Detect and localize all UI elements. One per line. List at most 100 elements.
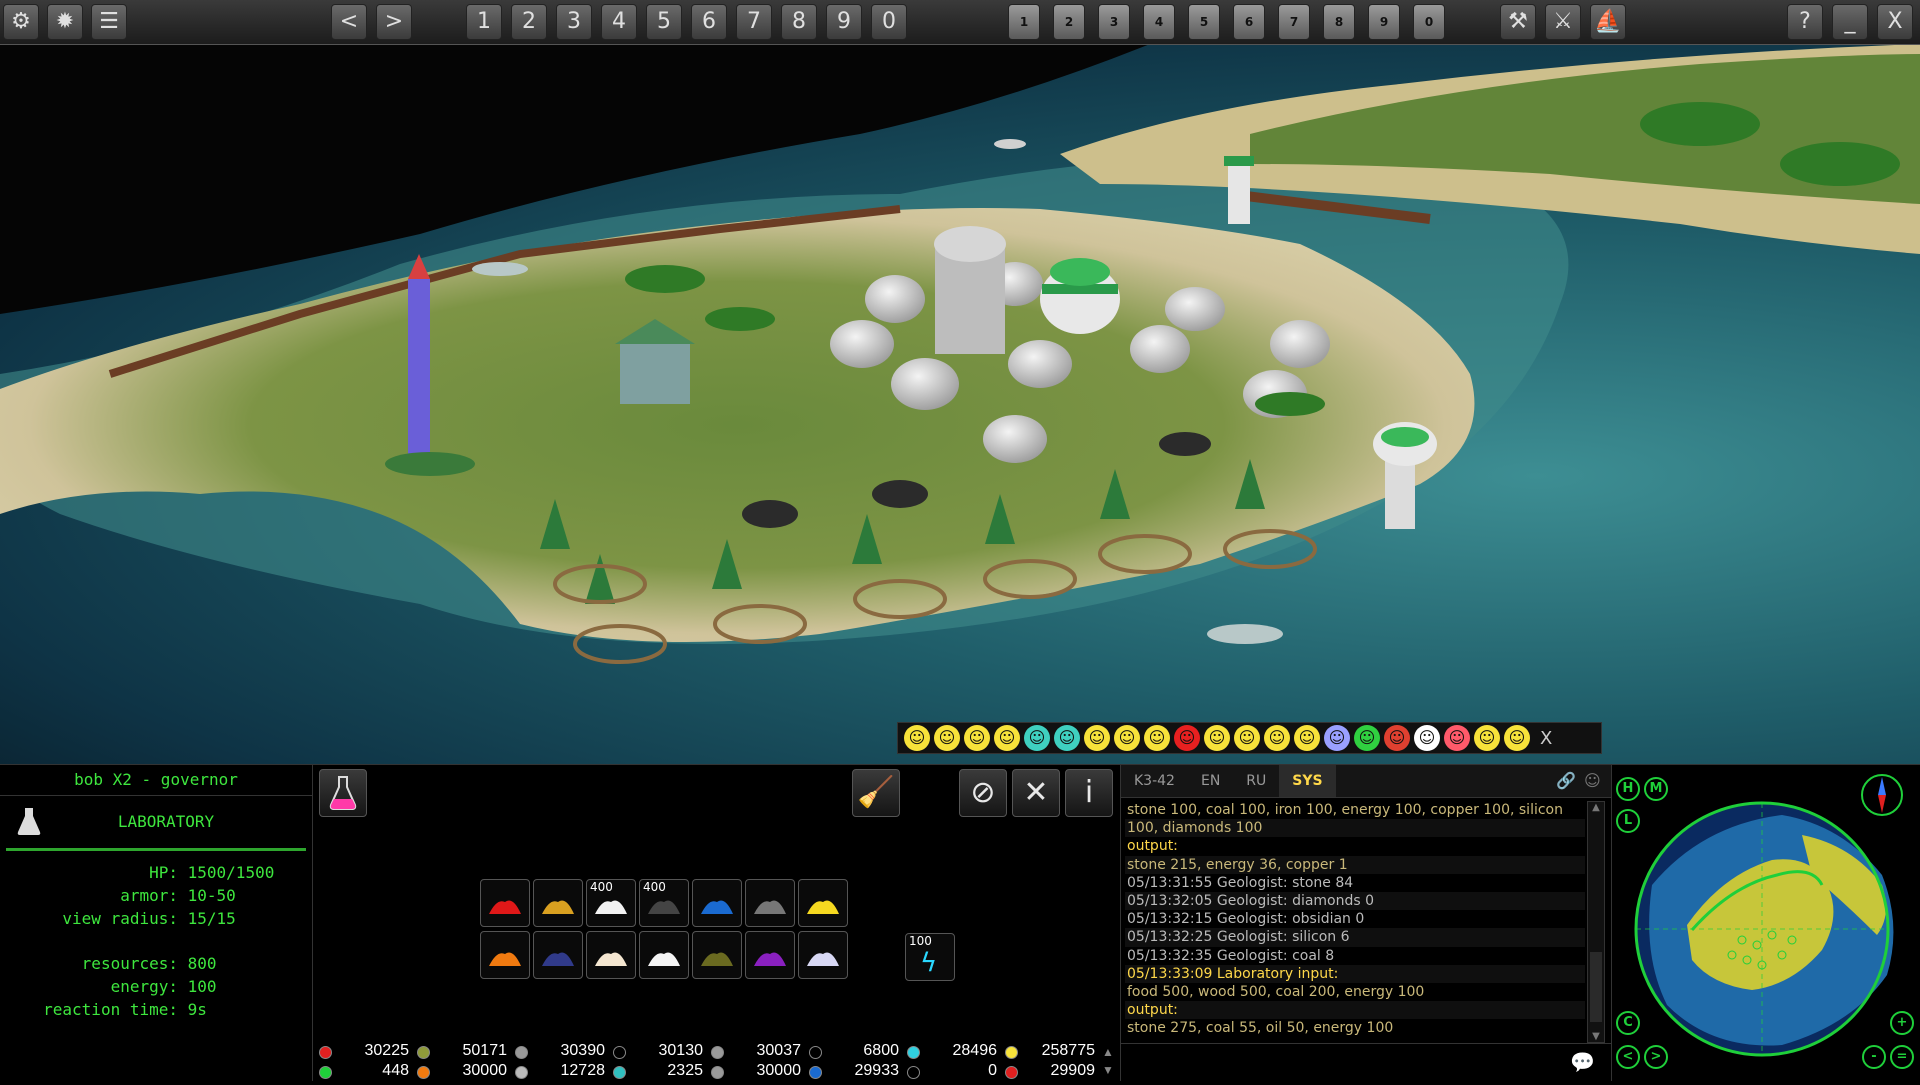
minimap-center-button[interactable]: C bbox=[1616, 1011, 1640, 1035]
production-slot[interactable] bbox=[798, 931, 848, 979]
emote-icon[interactable]: ☺ bbox=[1474, 725, 1500, 751]
help-button[interactable]: ? bbox=[1787, 4, 1823, 40]
effects-sparkle-icon[interactable]: ✹ bbox=[47, 4, 83, 40]
chat-tab-en[interactable]: EN bbox=[1188, 765, 1233, 797]
production-slot[interactable] bbox=[586, 931, 636, 979]
rocket-tower[interactable] bbox=[408, 279, 430, 459]
chat-tab-k3-42[interactable]: K3-42 bbox=[1121, 765, 1188, 797]
emote-icon[interactable]: ☺ bbox=[1384, 725, 1410, 751]
group-slot-9[interactable]: 9 bbox=[1368, 4, 1400, 40]
emote-icon[interactable]: ☺ bbox=[904, 725, 930, 751]
scroll-up-icon[interactable]: ▲ bbox=[1588, 802, 1604, 813]
chat-scrollbar[interactable]: ▲ ▼ bbox=[1587, 801, 1605, 1043]
info-button[interactable]: i bbox=[1065, 769, 1113, 817]
scroll-thumb[interactable] bbox=[1590, 952, 1602, 1022]
emote-icon[interactable]: ☺ bbox=[1444, 725, 1470, 751]
emote-icon[interactable]: ☺ bbox=[1114, 725, 1140, 751]
group-slot-6[interactable]: 6 bbox=[1233, 4, 1265, 40]
minimap-zoom-out-button[interactable]: - bbox=[1862, 1045, 1886, 1069]
group-slot-8[interactable]: 8 bbox=[1323, 4, 1355, 40]
production-slot[interactable] bbox=[745, 931, 795, 979]
chat-tab-sys[interactable]: SYS bbox=[1279, 765, 1336, 797]
smiley-icon[interactable]: ☺ bbox=[1584, 771, 1601, 790]
lab-flask-button[interactable] bbox=[319, 769, 367, 817]
minimap-layer-button[interactable]: L bbox=[1616, 809, 1640, 833]
cancel-button[interactable]: ✕ bbox=[1012, 769, 1060, 817]
production-slot[interactable] bbox=[480, 879, 530, 927]
minimap-canvas[interactable] bbox=[1612, 765, 1920, 1081]
speech-bubble-icon[interactable]: 💬 bbox=[1570, 1050, 1595, 1074]
camera-slot-6[interactable]: 6 bbox=[691, 4, 727, 40]
production-slot[interactable] bbox=[798, 879, 848, 927]
group-slot-0[interactable]: 0 bbox=[1413, 4, 1445, 40]
repair-broom-button[interactable]: 🧹 bbox=[852, 769, 900, 817]
camera-slot-0[interactable]: 0 bbox=[871, 4, 907, 40]
minimize-button[interactable]: _ bbox=[1832, 4, 1868, 40]
emote-icon[interactable]: ☺ bbox=[1324, 725, 1350, 751]
minimap-mode-button[interactable]: M bbox=[1644, 777, 1668, 801]
camera-slot-1[interactable]: 1 bbox=[466, 4, 502, 40]
camera-forward-button[interactable]: > bbox=[376, 4, 412, 40]
production-slot[interactable] bbox=[533, 931, 583, 979]
camera-slot-4[interactable]: 4 bbox=[601, 4, 637, 40]
emote-icon[interactable]: ☺ bbox=[1504, 725, 1530, 751]
emote-icon[interactable]: ☺ bbox=[1354, 725, 1380, 751]
chat-input[interactable]: 💬 bbox=[1121, 1043, 1611, 1082]
group-slot-4[interactable]: 4 bbox=[1143, 4, 1175, 40]
resource-scroll-arrows[interactable]: ▲ bbox=[1102, 1043, 1114, 1061]
group-slot-7[interactable]: 7 bbox=[1278, 4, 1310, 40]
energy-production-button[interactable]: 100 ϟ bbox=[905, 933, 955, 981]
close-window-button[interactable]: X bbox=[1877, 4, 1913, 40]
minimap[interactable]: H M L C < > + - = bbox=[1612, 765, 1920, 1081]
emote-icon[interactable]: ☺ bbox=[1054, 725, 1080, 751]
navy-ship-icon[interactable]: ⛵ bbox=[1590, 4, 1626, 40]
minimap-zoom-in-button[interactable]: + bbox=[1890, 1011, 1914, 1035]
emote-icon[interactable]: ☺ bbox=[1294, 725, 1320, 751]
link-icon[interactable]: 🔗 bbox=[1556, 771, 1576, 790]
chat-tab-ru[interactable]: RU bbox=[1233, 765, 1279, 797]
camera-slot-8[interactable]: 8 bbox=[781, 4, 817, 40]
group-slot-2[interactable]: 2 bbox=[1053, 4, 1085, 40]
attack-swords-icon[interactable]: ⚔ bbox=[1545, 4, 1581, 40]
camera-slot-3[interactable]: 3 bbox=[556, 4, 592, 40]
group-slot-3[interactable]: 3 bbox=[1098, 4, 1130, 40]
emote-close-button[interactable]: X bbox=[1540, 728, 1552, 749]
production-slot[interactable] bbox=[692, 879, 742, 927]
settings-gear-icon[interactable]: ⚙ bbox=[3, 4, 39, 40]
minimap-rotate-right-button[interactable]: > bbox=[1644, 1045, 1668, 1069]
camera-slot-2[interactable]: 2 bbox=[511, 4, 547, 40]
production-slot[interactable]: 400 bbox=[586, 879, 636, 927]
camera-back-button[interactable]: < bbox=[331, 4, 367, 40]
emote-icon[interactable]: ☺ bbox=[1414, 725, 1440, 751]
stop-button[interactable]: ⊘ bbox=[959, 769, 1007, 817]
camera-slot-5[interactable]: 5 bbox=[646, 4, 682, 40]
minimap-home-button[interactable]: H bbox=[1616, 777, 1640, 801]
production-slot[interactable]: 400 bbox=[639, 879, 689, 927]
production-slot[interactable] bbox=[692, 931, 742, 979]
emote-icon[interactable]: ☺ bbox=[1084, 725, 1110, 751]
build-hammer-icon[interactable]: ⚒ bbox=[1500, 4, 1536, 40]
emote-icon[interactable]: ☺ bbox=[994, 725, 1020, 751]
emote-icon[interactable]: ☺ bbox=[1174, 725, 1200, 751]
production-slot[interactable] bbox=[480, 931, 530, 979]
emote-icon[interactable]: ☺ bbox=[1264, 725, 1290, 751]
minimap-rotate-left-button[interactable]: < bbox=[1616, 1045, 1640, 1069]
emote-icon[interactable]: ☺ bbox=[1204, 725, 1230, 751]
production-slot[interactable] bbox=[745, 879, 795, 927]
production-slot[interactable] bbox=[639, 931, 689, 979]
emote-icon[interactable]: ☺ bbox=[1144, 725, 1170, 751]
emote-icon[interactable]: ☺ bbox=[964, 725, 990, 751]
menu-list-icon[interactable]: ☰ bbox=[91, 4, 127, 40]
camera-slot-7[interactable]: 7 bbox=[736, 4, 772, 40]
emote-icon[interactable]: ☺ bbox=[1234, 725, 1260, 751]
minimap-reset-button[interactable]: = bbox=[1890, 1045, 1914, 1069]
resource-scroll-arrows[interactable]: ▼ bbox=[1102, 1061, 1114, 1079]
camera-slot-9[interactable]: 9 bbox=[826, 4, 862, 40]
game-map-viewport[interactable] bbox=[0, 44, 1920, 764]
emote-icon[interactable]: ☺ bbox=[934, 725, 960, 751]
scroll-down-icon[interactable]: ▼ bbox=[1588, 1031, 1604, 1042]
group-slot-5[interactable]: 5 bbox=[1188, 4, 1220, 40]
production-slot[interactable] bbox=[533, 879, 583, 927]
emote-icon[interactable]: ☺ bbox=[1024, 725, 1050, 751]
group-slot-1[interactable]: 1 bbox=[1008, 4, 1040, 40]
